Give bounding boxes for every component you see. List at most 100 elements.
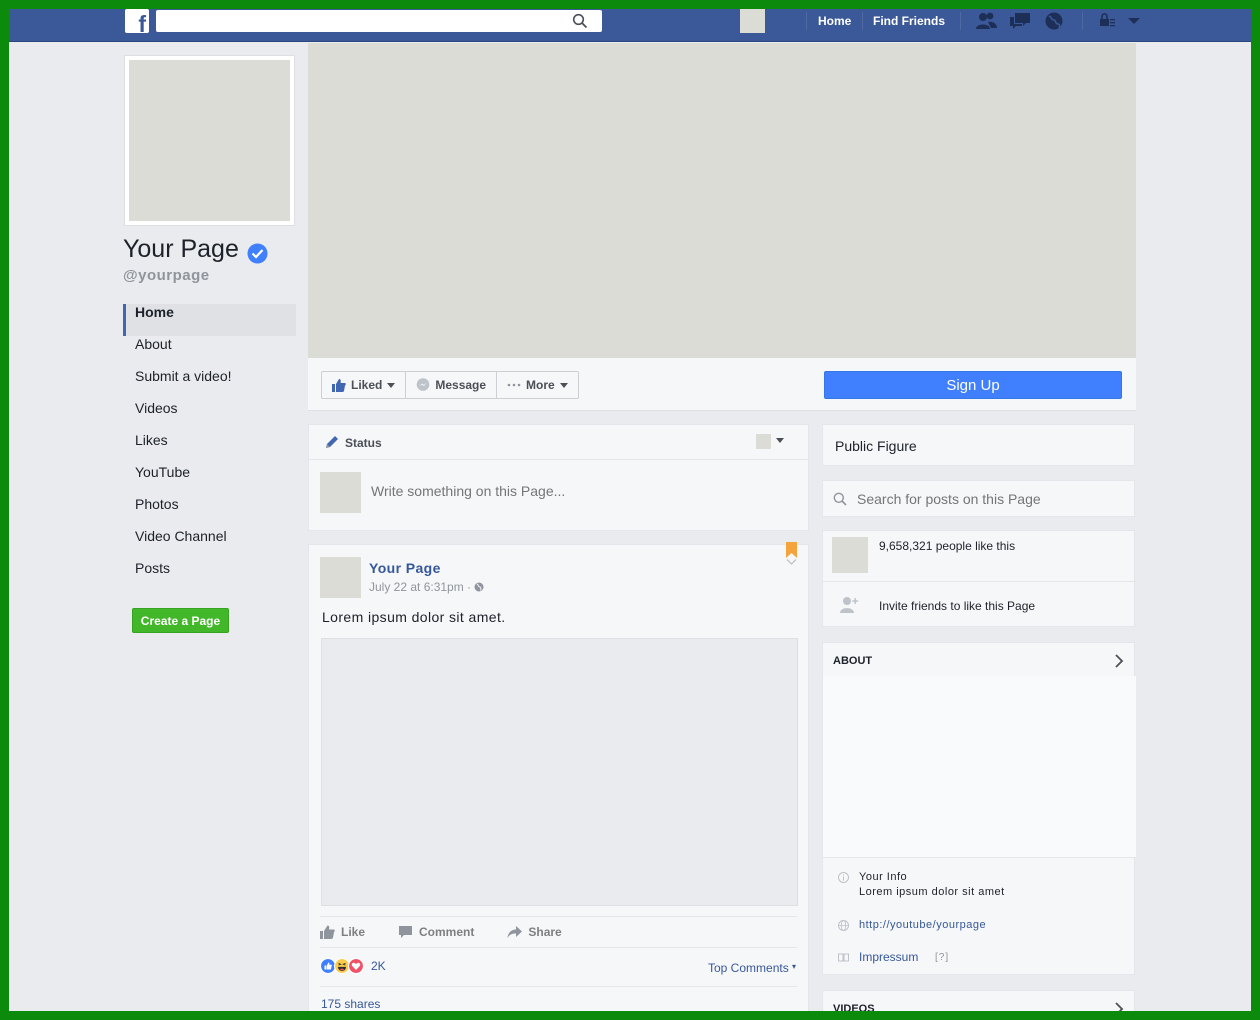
page-post-search <box>822 480 1135 517</box>
post-divider <box>320 986 797 987</box>
like-button[interactable]: Like <box>320 925 365 939</box>
about-heading[interactable]: ABOUT <box>833 655 872 667</box>
facebook-logo[interactable]: f <box>125 9 149 36</box>
page-action-buttons: Liked Message More <box>321 371 579 399</box>
nav-divider <box>960 12 961 30</box>
global-search-input[interactable] <box>156 10 566 32</box>
chevron-right-icon[interactable] <box>1114 654 1124 668</box>
status-input[interactable] <box>371 481 791 501</box>
sidebar-item-video-channel[interactable]: Video Channel <box>123 528 296 560</box>
love-reaction-icon <box>348 958 364 974</box>
chevron-down-icon: ▾ <box>792 962 797 971</box>
search-icon[interactable] <box>572 13 588 29</box>
sidebar-item-posts[interactable]: Posts <box>123 560 296 592</box>
reactions-summary[interactable]: 2K <box>320 958 386 974</box>
bookmark-icon[interactable] <box>786 542 797 558</box>
status-tab[interactable]: Status <box>345 436 382 450</box>
page-action-bar: Liked Message More Sign Up <box>308 358 1136 411</box>
search-icon <box>833 492 847 506</box>
about-card: ABOUT Your Info Lorem ipsum dolor sit am… <box>822 642 1136 975</box>
public-globe-icon <box>474 582 484 592</box>
website-link[interactable]: http://youtube/yourpage <box>859 919 986 931</box>
nav-divider <box>1082 12 1083 30</box>
post-author-avatar[interactable] <box>320 557 361 598</box>
chevron-down-icon <box>387 382 396 388</box>
post-media-placeholder[interactable] <box>321 638 798 906</box>
share-count[interactable]: 175 shares <box>321 997 380 1011</box>
profile-picture-placeholder <box>129 60 290 221</box>
cover-photo[interactable] <box>308 43 1136 358</box>
top-comments-label: Top Comments <box>708 961 789 975</box>
invite-friends-link[interactable]: Invite friends to like this Page <box>879 599 1035 613</box>
notifications-globe-icon[interactable] <box>1043 11 1065 31</box>
info-title: Your Info <box>859 871 908 883</box>
nav-home-link[interactable]: Home <box>818 14 851 28</box>
post-timestamp[interactable]: July 22 at 6:31pm · <box>369 580 484 594</box>
videos-card: VIDEOS <box>822 990 1135 1011</box>
like-label: Like <box>341 925 366 939</box>
liked-label: Liked <box>351 378 383 392</box>
composer-header: Status <box>309 425 808 460</box>
status-composer: Status <box>308 424 809 531</box>
create-page-button[interactable]: Create a Page <box>132 608 229 633</box>
card-divider <box>823 857 1136 858</box>
comment-sort-dropdown[interactable]: Top Comments ▾ <box>708 961 796 975</box>
pencil-icon <box>326 436 338 448</box>
privacy-shortcuts-icon[interactable] <box>1097 11 1119 31</box>
thumbs-up-icon <box>320 925 335 939</box>
message-button[interactable]: Message <box>406 372 498 398</box>
nav-find-friends-link[interactable]: Find Friends <box>873 14 945 28</box>
sidebar-item-home[interactable]: Home <box>123 304 296 336</box>
sidebar-item-about[interactable]: About <box>123 336 296 368</box>
info-icon <box>838 872 849 883</box>
account-menu-caret-icon[interactable] <box>1123 11 1145 31</box>
sidebar-item-likes[interactable]: Likes <box>123 432 296 464</box>
sidebar-item-submit-video[interactable]: Submit a video! <box>123 368 296 400</box>
composer-avatar <box>320 472 361 513</box>
page-sidebar-nav: Home About Submit a video! Videos Likes … <box>123 304 296 592</box>
more-button[interactable]: More <box>497 372 578 398</box>
thumbs-up-icon <box>332 378 346 392</box>
comment-label: Comment <box>419 925 475 939</box>
info-description: Lorem ipsum dolor sit amet <box>859 886 1005 898</box>
sidebar-item-youtube[interactable]: YouTube <box>123 464 296 496</box>
card-divider <box>823 581 1136 582</box>
sidebar-item-videos[interactable]: Videos <box>123 400 296 432</box>
profile-avatar[interactable] <box>740 9 765 33</box>
chevron-down-icon[interactable] <box>776 438 784 443</box>
nav-divider <box>806 12 807 30</box>
global-search <box>156 10 602 32</box>
friend-requests-icon[interactable] <box>975 11 997 31</box>
likes-thumbnail <box>832 537 868 573</box>
comment-icon <box>399 926 413 938</box>
post-text: Lorem ipsum dolor sit amet. <box>322 609 506 625</box>
impressum-help-link[interactable]: [?] <box>935 952 949 963</box>
profile-picture[interactable] <box>124 55 295 226</box>
videos-heading[interactable]: VIDEOS <box>833 1003 875 1011</box>
sign-up-button[interactable]: Sign Up <box>824 371 1122 399</box>
page-username: @yourpage <box>123 267 210 284</box>
reaction-count[interactable]: 2K <box>371 959 386 973</box>
post-author-name[interactable]: Your Page <box>369 560 441 576</box>
comment-button[interactable]: Comment <box>398 925 474 939</box>
feed-post: Your Page July 22 at 6:31pm · Lorem ipsu… <box>308 542 809 1011</box>
messages-icon[interactable] <box>1009 11 1031 31</box>
page-likes-count[interactable]: 9,658,321 people like this <box>879 539 1015 553</box>
more-label: More <box>526 378 555 392</box>
nav-divider <box>862 12 863 30</box>
page-category[interactable]: Public Figure <box>835 438 917 454</box>
chevron-right-icon[interactable] <box>1114 1002 1124 1011</box>
book-icon <box>838 953 849 962</box>
page-post-search-input[interactable] <box>857 489 1117 509</box>
sidebar-item-photos[interactable]: Photos <box>123 496 296 528</box>
page-frame: f Home Find Friends Your Page @yourpage … <box>9 9 1251 1011</box>
liked-button[interactable]: Liked <box>322 372 407 398</box>
impressum-link[interactable]: Impressum <box>859 950 918 964</box>
share-label: Share <box>528 925 562 939</box>
post-options-chevron-icon[interactable] <box>786 558 797 566</box>
add-friend-icon <box>840 597 859 613</box>
share-button[interactable]: Share <box>507 925 562 939</box>
top-navigation-bar: f Home Find Friends <box>9 9 1251 42</box>
about-content <box>823 676 1136 857</box>
audience-selector[interactable] <box>756 434 771 449</box>
